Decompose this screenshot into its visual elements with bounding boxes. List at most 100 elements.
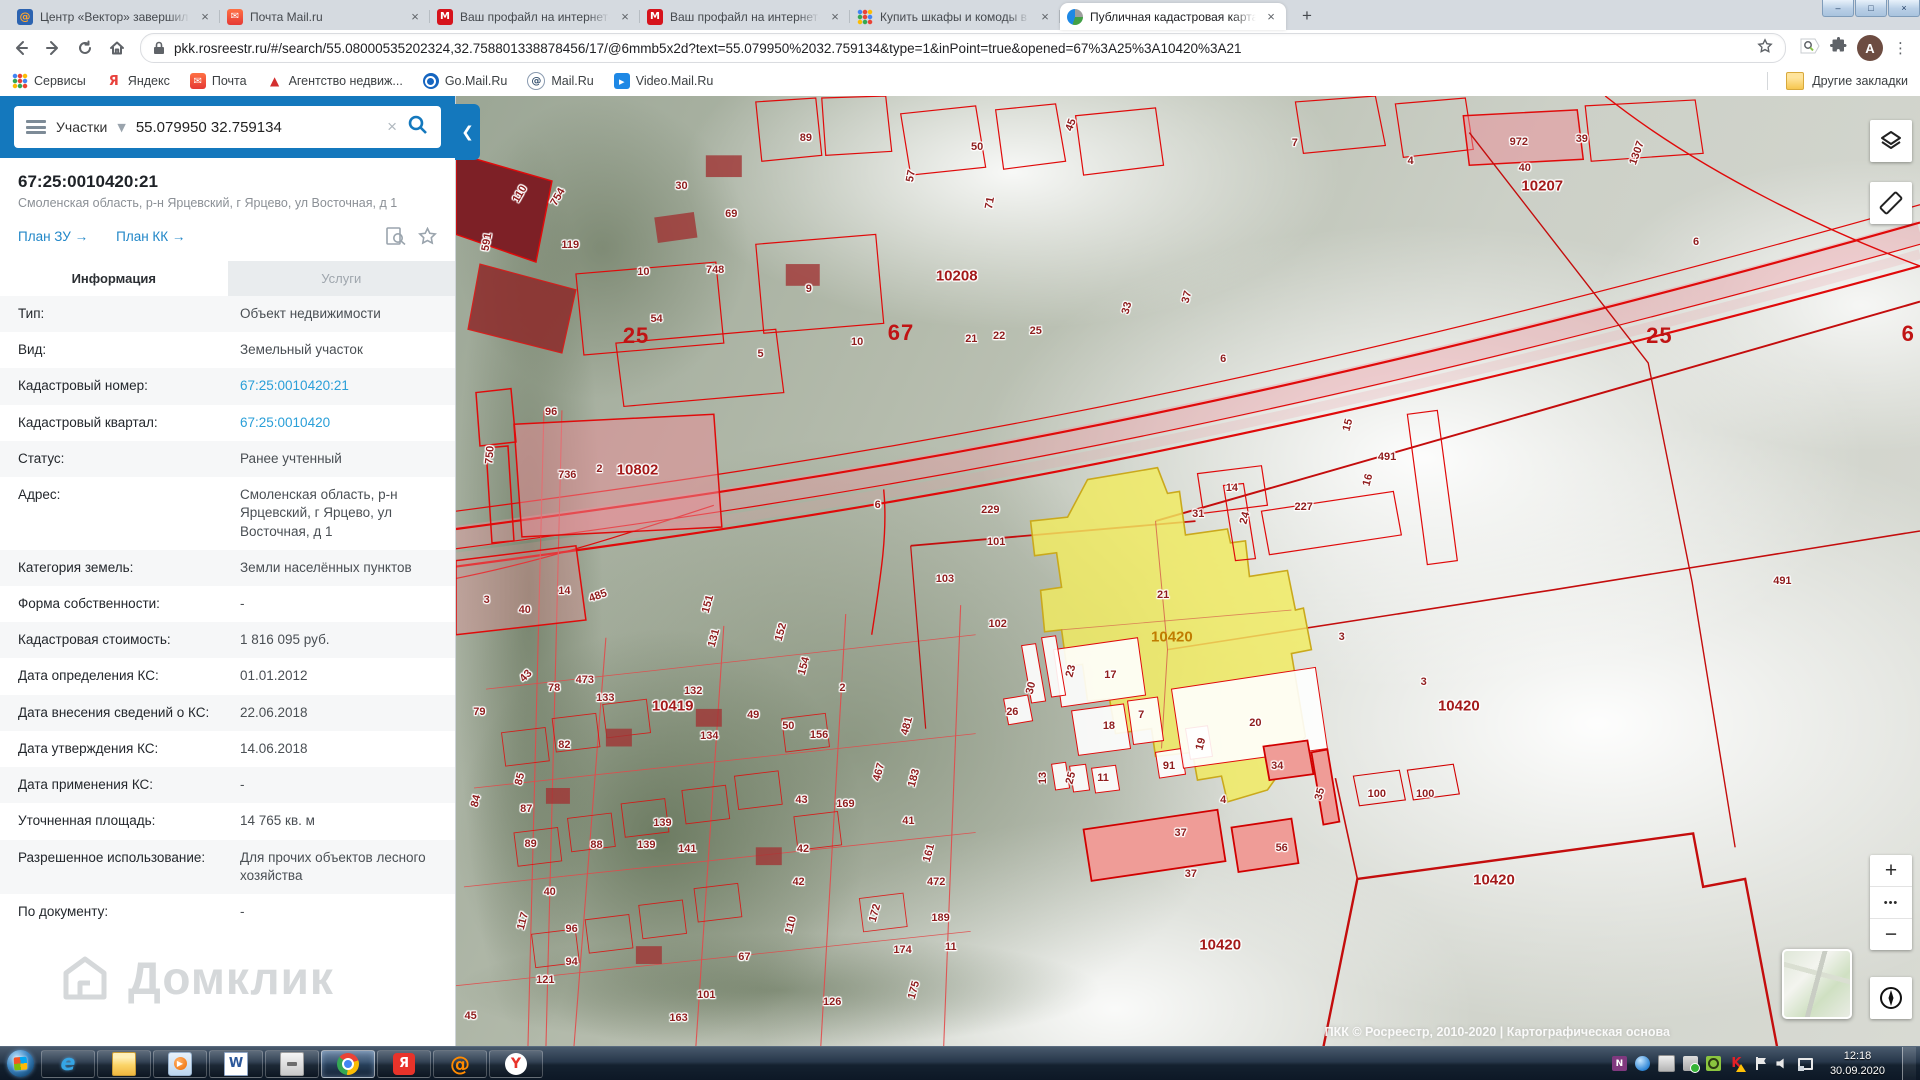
taskbar-word[interactable] bbox=[209, 1050, 263, 1078]
ruler-button[interactable] bbox=[1870, 182, 1912, 224]
plan-kk-link[interactable]: План КК → bbox=[116, 229, 185, 244]
parcel-label: 481 bbox=[899, 715, 915, 736]
taskbar-yandex[interactable] bbox=[489, 1050, 543, 1078]
taskbar-clock[interactable]: 12:18 30.09.2020 bbox=[1821, 1049, 1894, 1079]
tab-close-icon[interactable]: × bbox=[617, 9, 633, 25]
parcel-label: 101 bbox=[987, 536, 1005, 548]
nvidia-icon[interactable] bbox=[1706, 1056, 1721, 1071]
parcel-label: 485 bbox=[587, 587, 608, 605]
search-submit-icon[interactable] bbox=[407, 114, 429, 141]
sidebar-collapse-button[interactable]: ❮ bbox=[455, 104, 480, 160]
info-row-label: Категория земель: bbox=[18, 559, 240, 577]
info-row-value[interactable]: 67:25:0010420:21 bbox=[240, 377, 437, 395]
tab-close-icon[interactable]: × bbox=[1037, 9, 1053, 25]
info-row: Разрешенное использование:Для прочих объ… bbox=[0, 840, 455, 894]
search-bar[interactable]: Участки ▼ 55.079950 32.759134 × bbox=[14, 106, 441, 148]
parcel-label: 754 bbox=[549, 186, 569, 208]
parcel-label: 11 bbox=[1097, 772, 1109, 784]
bookmark-at[interactable]: Mail.Ru bbox=[527, 72, 593, 90]
extensions-puzzle-icon[interactable] bbox=[1830, 37, 1847, 59]
taskbar-windows-explorer[interactable] bbox=[97, 1050, 151, 1078]
bookmark-tri[interactable]: Агентство недвиж... bbox=[267, 72, 403, 90]
parcel-label: 119 bbox=[561, 239, 579, 251]
clear-search-icon[interactable]: × bbox=[387, 117, 397, 137]
chevron-down-icon[interactable]: ▼ bbox=[117, 121, 125, 134]
browser-tab[interactable]: @Центр «Вектор» завершил клин× bbox=[10, 3, 220, 30]
onenote-icon[interactable] bbox=[1612, 1056, 1627, 1071]
home-button[interactable] bbox=[102, 33, 132, 63]
parcel-label: 183 bbox=[906, 767, 922, 788]
browser-tab[interactable]: МВаш профайл на интернет-аукц× bbox=[640, 3, 850, 30]
info-row: Форма собственности:- bbox=[0, 586, 455, 622]
taskbar-chrome[interactable] bbox=[321, 1050, 375, 1078]
minimize-button[interactable]: – bbox=[1822, 0, 1854, 17]
plan-zu-link[interactable]: План ЗУ → bbox=[18, 229, 88, 244]
tab-close-icon[interactable]: × bbox=[197, 9, 213, 25]
bookmark-star-icon[interactable] bbox=[1757, 38, 1773, 59]
tab-close-icon[interactable]: × bbox=[1263, 9, 1279, 25]
globe-icon[interactable] bbox=[1635, 1056, 1650, 1071]
maximize-button[interactable]: □ bbox=[1855, 0, 1887, 17]
new-tab-button[interactable]: + bbox=[1294, 3, 1320, 29]
tab-close-icon[interactable]: × bbox=[827, 9, 843, 25]
info-row-value[interactable]: 67:25:0010420 bbox=[240, 414, 437, 432]
parcel-label: 972 bbox=[1510, 136, 1528, 148]
close-button[interactable]: × bbox=[1888, 0, 1920, 17]
usb-safely-remove-icon[interactable] bbox=[1683, 1056, 1698, 1071]
bookmark-vid[interactable]: Video.Mail.Ru bbox=[614, 72, 714, 90]
menu-hamburger-icon[interactable] bbox=[26, 120, 46, 134]
bookmark-env[interactable]: Почта bbox=[190, 72, 247, 90]
taskbar-mailru-agent[interactable] bbox=[433, 1050, 487, 1078]
browser-tab[interactable]: Почта Mail.ru× bbox=[220, 3, 430, 30]
parcel-label: 49 bbox=[747, 709, 759, 721]
tab-услуги[interactable]: Услуги bbox=[228, 261, 456, 296]
browser-tab[interactable]: Публичная кадастровая карта× bbox=[1060, 3, 1286, 30]
locate-button[interactable] bbox=[1870, 977, 1912, 1019]
reload-button[interactable] bbox=[70, 33, 100, 63]
bookmark-ya[interactable]: Яндекс bbox=[106, 72, 170, 90]
parcel-label: 126 bbox=[823, 996, 841, 1008]
back-button[interactable] bbox=[6, 33, 36, 63]
info-row: Адрес:Смоленская область, р-н Ярцевский,… bbox=[0, 477, 455, 550]
taskbar-internet-explorer[interactable] bbox=[41, 1050, 95, 1078]
volume-icon[interactable] bbox=[1775, 1056, 1790, 1071]
menu-dots-icon[interactable]: ⋮ bbox=[1893, 39, 1908, 57]
search-input[interactable]: 55.079950 32.759134 bbox=[136, 119, 377, 136]
browser-tab[interactable]: Купить шкафы и комоды в Смо× bbox=[850, 3, 1060, 30]
tab-close-icon[interactable]: × bbox=[407, 9, 423, 25]
address-bar[interactable]: pkk.rosreestr.ru/#/search/55.08000535202… bbox=[140, 33, 1786, 63]
taskbar-media-player[interactable] bbox=[153, 1050, 207, 1078]
taskbar-yandex-browser[interactable] bbox=[377, 1050, 431, 1078]
info-row-value: 1 816 095 руб. bbox=[240, 631, 437, 649]
info-row: Дата применения КС:- bbox=[0, 767, 455, 803]
profile-avatar[interactable]: A bbox=[1857, 35, 1883, 61]
show-desktop-button[interactable] bbox=[1902, 1047, 1916, 1080]
bookmark-label: Сервисы bbox=[34, 74, 86, 88]
search-extension-icon[interactable] bbox=[1800, 37, 1820, 60]
tab-информация[interactable]: Информация bbox=[0, 261, 228, 296]
info-row-value: Земельный участок bbox=[240, 341, 437, 359]
kaspersky-icon[interactable] bbox=[1729, 1056, 1744, 1071]
action-center-flag-icon[interactable] bbox=[1752, 1056, 1767, 1071]
favorite-star-icon[interactable] bbox=[418, 227, 437, 245]
layers-button[interactable] bbox=[1870, 120, 1912, 162]
bookmark-grid[interactable]: Сервисы bbox=[12, 72, 86, 90]
zoom-in-button[interactable]: + bbox=[1870, 855, 1912, 886]
browser-tab[interactable]: МВаш профайл на интернет-аукц× bbox=[430, 3, 640, 30]
search-document-icon[interactable] bbox=[386, 227, 406, 245]
parcel-label: 2 bbox=[839, 682, 845, 694]
zoom-out-button[interactable]: − bbox=[1870, 918, 1912, 950]
forward-button[interactable] bbox=[38, 33, 68, 63]
overview-minimap[interactable] bbox=[1782, 949, 1852, 1019]
taskbar-device-manager[interactable] bbox=[265, 1050, 319, 1078]
search-category-select[interactable]: Участки bbox=[56, 119, 107, 135]
device-icon[interactable] bbox=[1658, 1055, 1675, 1072]
start-button[interactable] bbox=[0, 1047, 40, 1080]
network-icon[interactable] bbox=[1798, 1056, 1813, 1071]
zoom-more-button[interactable]: ••• bbox=[1870, 886, 1912, 918]
bookmark-go[interactable]: Go.Mail.Ru bbox=[423, 72, 508, 90]
domclick-house-icon bbox=[58, 951, 112, 1005]
parcel-label: 18 bbox=[1103, 720, 1115, 732]
other-bookmarks[interactable]: Другие закладки bbox=[1767, 72, 1908, 90]
map-canvas[interactable]: 8950457497239401307102075771110754306959… bbox=[456, 96, 1920, 1047]
